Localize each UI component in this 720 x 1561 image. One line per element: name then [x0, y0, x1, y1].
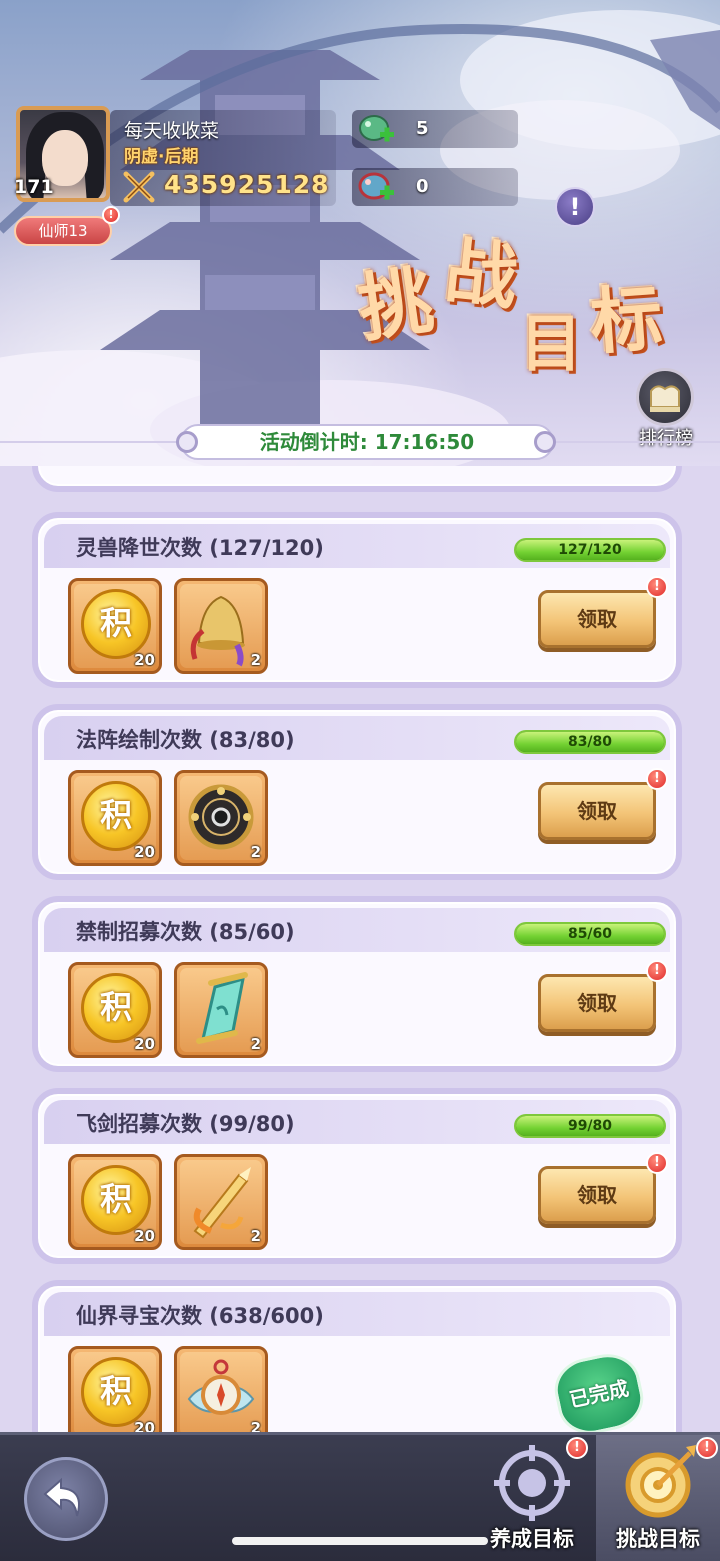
crown-icon [650, 385, 680, 412]
task-list[interactable]: 灵兽降世次数 (127/120) 127/120 积 20 2 领取 ! 法阵绘… [0, 466, 720, 1432]
claim-alert-icon: ! [646, 576, 668, 598]
claim-button[interactable]: 领取 [538, 782, 656, 840]
task-title: 飞剑招募次数 (99/80) [76, 1112, 295, 1136]
countdown-knob-right [534, 431, 556, 453]
event-title-char-1: 挑 [353, 257, 439, 353]
tab-challenge-goals-label: 挑战目标 [616, 1527, 700, 1551]
claim-button[interactable]: 领取 [538, 1166, 656, 1224]
reward-item[interactable]: 2 [174, 962, 268, 1058]
task-progress-text: 83/80 [567, 734, 613, 750]
reward-item[interactable]: 2 [174, 770, 268, 866]
task-progress-bar: 127/120 [514, 538, 666, 562]
task-progress-bar: 83/80 [514, 730, 666, 754]
task-progress-bar: 99/80 [514, 1114, 666, 1138]
task-progress-text: 85/60 [567, 926, 613, 942]
points-coin-icon: 积 [81, 781, 151, 851]
back-button[interactable] [24, 1457, 108, 1541]
home-indicator[interactable] [232, 1537, 488, 1545]
ranking-circle [636, 368, 694, 426]
event-title-char-2: 战 [441, 227, 522, 320]
task-title: 仙界寻宝次数 (638/600) [76, 1304, 324, 1328]
array-disc-icon [188, 784, 254, 850]
back-arrow-icon [43, 1477, 80, 1517]
reward-count: 20 [134, 1035, 155, 1053]
reward-item[interactable]: 2 [174, 1346, 268, 1432]
currency-red[interactable]: 0 [352, 168, 518, 206]
reward-points[interactable]: 积 20 [68, 770, 162, 866]
reward-points[interactable]: 积 20 [68, 962, 162, 1058]
reward-count: 2 [250, 651, 261, 669]
countdown-timer: 活动倒计时: 17:16:50 [180, 424, 554, 460]
reward-item[interactable]: 2 [174, 1154, 268, 1250]
combat-power-value: 435925128 [164, 170, 330, 199]
reward-count: 2 [250, 1419, 261, 1432]
countdown-line-left [0, 441, 180, 443]
treasure-compass-icon [187, 1359, 255, 1415]
task-card-previous [32, 466, 682, 492]
tab-alert-icon: ! [696, 1437, 718, 1459]
title-badge[interactable]: 仙师13 [14, 216, 112, 246]
task-card: 法阵绘制次数 (83/80) 83/80 积 20 2 领取 ! [32, 704, 682, 880]
event-banner: 171 每天收收菜 阴虚·后期 435925128 仙师13 ! 5 0 ! 挑 [0, 0, 720, 470]
task-progress-bar: 85/60 [514, 922, 666, 946]
tab-cultivation-goals-label: 养成目标 [490, 1527, 574, 1551]
reward-count: 20 [134, 651, 155, 669]
reward-count: 2 [250, 1227, 261, 1245]
claim-alert-icon: ! [646, 1152, 668, 1174]
jade-dragon-icon [359, 115, 394, 142]
reward-count: 20 [134, 1419, 155, 1432]
task-title: 禁制招募次数 (85/60) [76, 920, 295, 944]
reward-points[interactable]: 积 20 [68, 1346, 162, 1432]
reward-count: 20 [134, 843, 155, 861]
task-title: 灵兽降世次数 (127/120) [76, 536, 324, 560]
event-title-char-3: 目 [520, 307, 583, 380]
crossed-swords-icon [123, 171, 155, 203]
event-title: 挑 战 目 标 [352, 215, 692, 385]
currency-jade-value: 5 [416, 118, 429, 139]
golden-bell-icon [190, 595, 245, 667]
reward-points[interactable]: 积 20 [68, 1154, 162, 1250]
currency-jade[interactable]: 5 [352, 110, 518, 148]
reward-item[interactable]: 2 [174, 578, 268, 674]
task-progress-text: 127/120 [558, 542, 622, 558]
ranking-label: 排行榜 [639, 428, 693, 449]
title-badge-label: 仙师13 [38, 222, 88, 240]
tab-alert-icon: ! [566, 1437, 588, 1459]
task-card: 仙界寻宝次数 (638/600) 积 20 2 已完成 [32, 1280, 682, 1432]
player-name: 每天收收菜 [124, 120, 220, 142]
claim-alert-icon: ! [646, 768, 668, 790]
title-alert-icon: ! [102, 206, 120, 224]
countdown-knob-left [176, 431, 198, 453]
task-card: 禁制招募次数 (85/60) 85/60 积 20 2 领取 ! [32, 896, 682, 1072]
tab-cultivation-goals[interactable]: 养成目标 ! [470, 1435, 594, 1561]
points-coin-icon: 积 [81, 1357, 151, 1427]
points-coin-icon: 积 [81, 1165, 151, 1235]
claim-button[interactable]: 领取 [538, 974, 656, 1032]
claim-button[interactable]: 领取 [538, 590, 656, 648]
reward-count: 2 [250, 843, 261, 861]
player-rank: 阴虚·后期 [124, 147, 199, 167]
completed-stamp: 已完成 [549, 1347, 649, 1432]
tab-challenge-goals[interactable]: 挑战目标 ! [596, 1435, 720, 1561]
currency-red-value: 0 [416, 176, 429, 197]
red-dragon-icon [358, 172, 394, 200]
reward-count: 2 [250, 1035, 261, 1053]
ranking-button[interactable]: 排行榜 [634, 368, 698, 449]
task-title: 法阵绘制次数 (83/80) [76, 728, 295, 752]
points-coin-icon: 积 [81, 589, 151, 659]
countdown-line-right [554, 441, 720, 443]
event-title-char-4: 标 [587, 274, 666, 365]
task-card: 飞剑招募次数 (99/80) 99/80 积 20 2 领取 ! [32, 1088, 682, 1264]
task-card: 灵兽降世次数 (127/120) 127/120 积 20 2 领取 ! [32, 512, 682, 688]
claim-alert-icon: ! [646, 960, 668, 982]
reward-count: 20 [134, 1227, 155, 1245]
task-progress-text: 99/80 [567, 1118, 613, 1134]
jade-scroll-icon [196, 972, 248, 1044]
points-coin-icon: 积 [81, 973, 151, 1043]
flying-sword-icon [193, 1167, 251, 1239]
player-level: 171 [14, 176, 54, 198]
reward-points[interactable]: 积 20 [68, 578, 162, 674]
